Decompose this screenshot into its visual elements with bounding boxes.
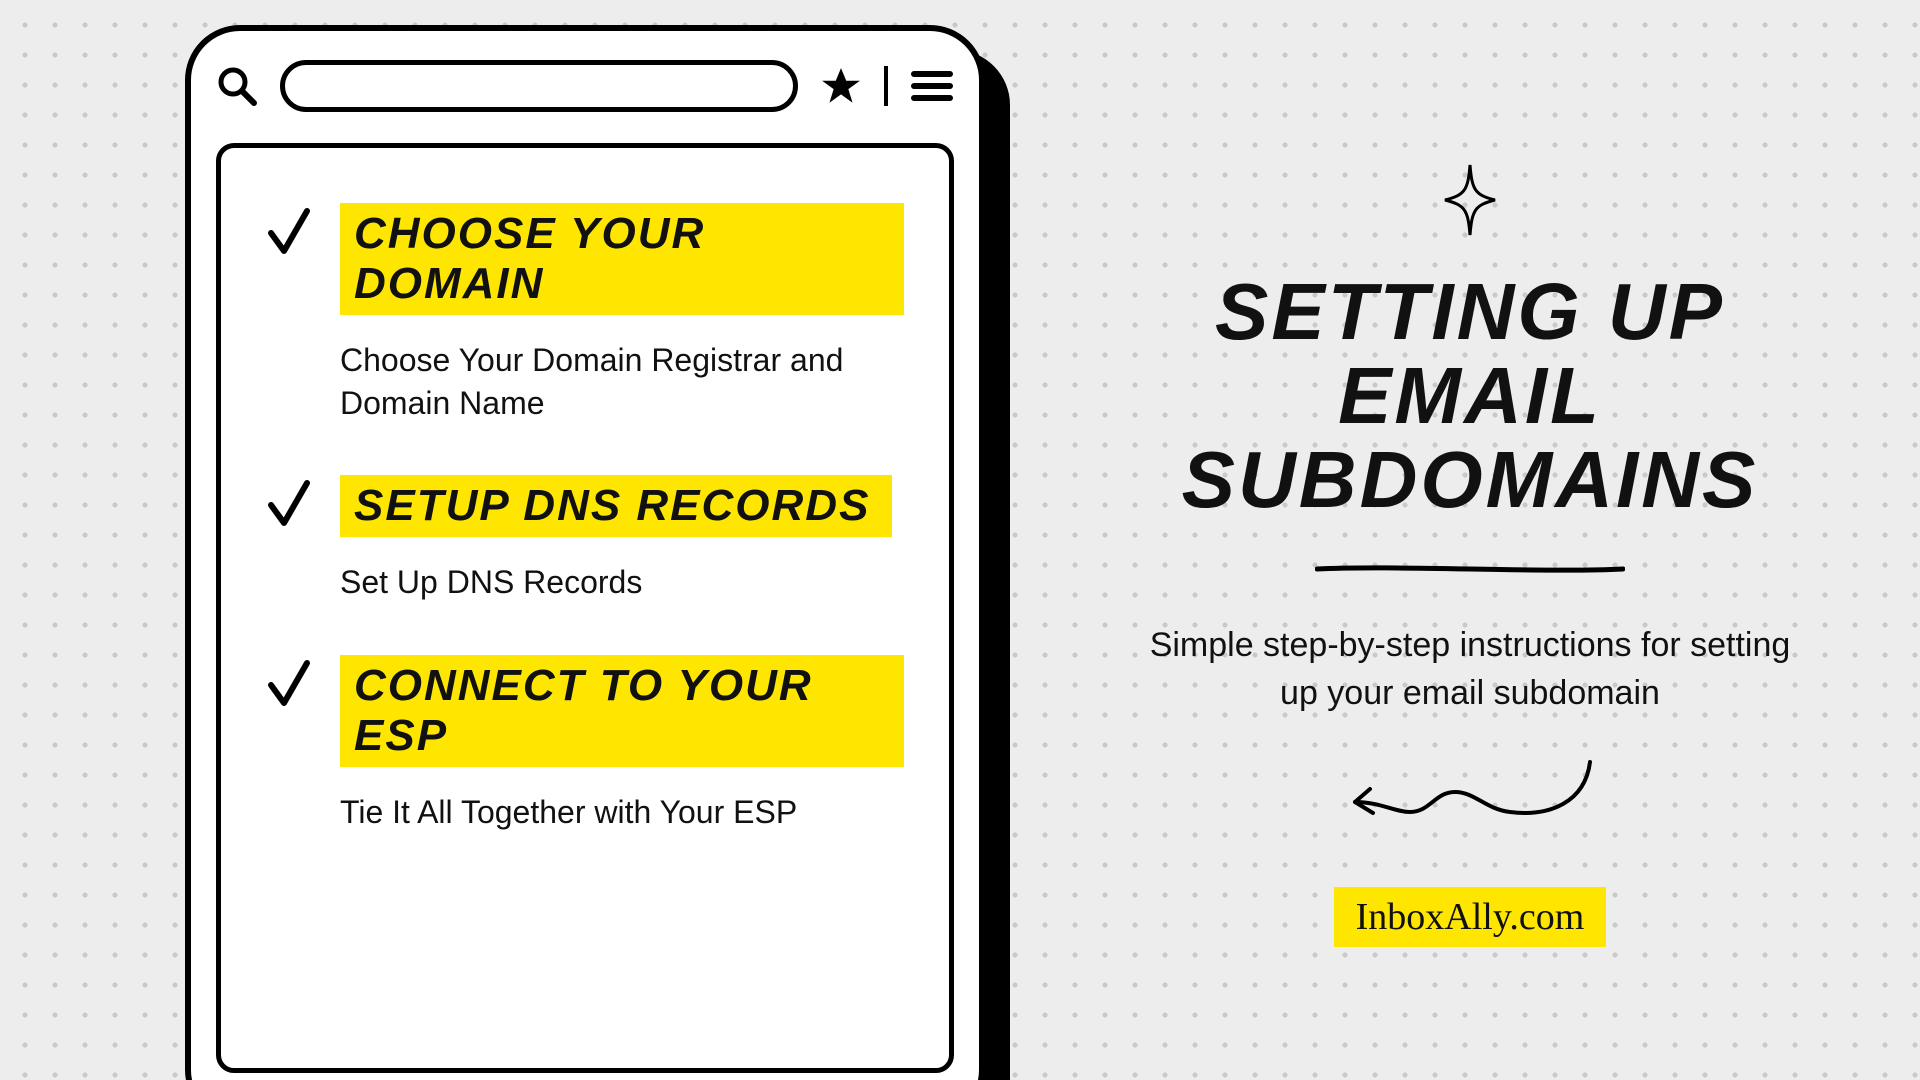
headline-block: SETTING UP EMAIL SUBDOMAINS Simple step-… bbox=[1080, 160, 1860, 947]
check-icon bbox=[266, 655, 312, 715]
headline-line2: SUBDOMAINS bbox=[1182, 435, 1759, 524]
step-title: CHOOSE YOUR DOMAIN bbox=[340, 203, 904, 315]
step-row: SETUP DNS RECORDS Set Up DNS Records bbox=[266, 475, 904, 604]
arrow-decoration bbox=[1335, 757, 1605, 847]
hamburger-menu-icon[interactable] bbox=[910, 68, 954, 104]
step-row: CONNECT TO YOUR ESP Tie It All Together … bbox=[266, 655, 904, 834]
subheadline: Simple step-by-step instructions for set… bbox=[1130, 622, 1810, 717]
step-row: CHOOSE YOUR DOMAIN Choose Your Domain Re… bbox=[266, 203, 904, 425]
step-desc: Tie It All Together with Your ESP bbox=[340, 791, 900, 834]
headline: SETTING UP EMAIL SUBDOMAINS bbox=[1080, 270, 1860, 522]
toolbar-divider bbox=[884, 66, 888, 106]
sparkle-icon bbox=[1440, 160, 1500, 240]
check-icon bbox=[266, 203, 312, 263]
search-icon bbox=[216, 65, 258, 107]
check-icon bbox=[266, 475, 312, 535]
step-title: SETUP DNS RECORDS bbox=[340, 475, 892, 537]
headline-line1: SETTING UP EMAIL bbox=[1215, 267, 1725, 440]
step-desc: Choose Your Domain Registrar and Domain … bbox=[340, 339, 900, 425]
content-panel: CHOOSE YOUR DOMAIN Choose Your Domain Re… bbox=[216, 143, 954, 1073]
step-title: CONNECT TO YOUR ESP bbox=[340, 655, 904, 767]
browser-mockup: CHOOSE YOUR DOMAIN Choose Your Domain Re… bbox=[185, 25, 985, 1080]
star-icon[interactable] bbox=[820, 65, 862, 107]
underline-decoration bbox=[1315, 562, 1625, 572]
step-desc: Set Up DNS Records bbox=[340, 561, 892, 604]
url-input[interactable] bbox=[280, 60, 798, 112]
brand-link[interactable]: InboxAlly.com bbox=[1334, 887, 1607, 947]
browser-toolbar bbox=[216, 51, 954, 121]
